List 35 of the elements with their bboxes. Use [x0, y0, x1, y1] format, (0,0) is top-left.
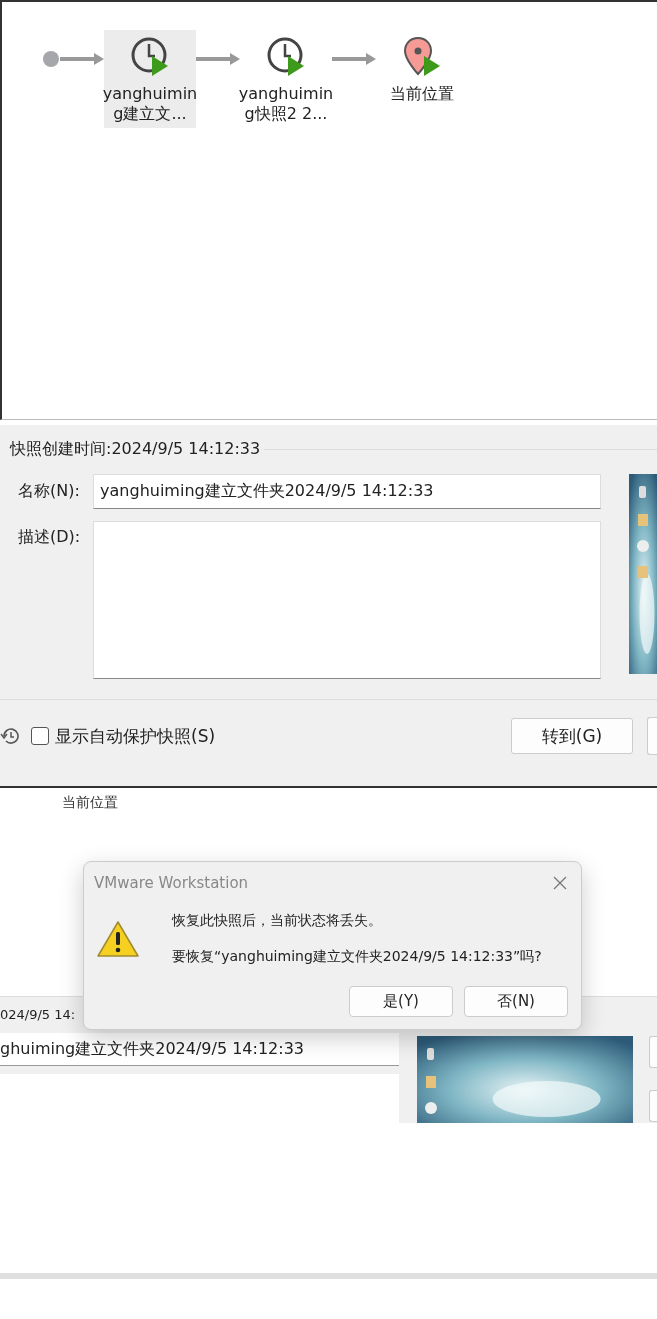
name-field[interactable]: yanghuiming建立文件夹2024/9/5 14:12:33 — [93, 474, 602, 509]
clock-play-icon — [266, 36, 306, 78]
warning-icon — [96, 920, 140, 958]
node-label: 当前位置 — [61, 793, 119, 810]
description-label: 描述(D): — [18, 526, 82, 548]
arrow — [196, 52, 240, 66]
created-time: 024/9/5 14: — [0, 1006, 76, 1024]
node-label: yanghuimin g建立文... — [102, 84, 198, 124]
node-label: yanghuimin g快照2 2... — [238, 84, 334, 124]
dialog-message: 恢复此快照后，当前状态将丢失。 — [172, 912, 383, 930]
created-time: 快照创建时间:2024/9/5 14:12:33 — [10, 439, 261, 460]
dialog-question: 要恢复“yanghuiming建立文件夹2024/9/5 14:12:33”吗? — [172, 948, 542, 966]
button[interactable] — [649, 1090, 657, 1122]
node-label: 当前位置 — [390, 84, 454, 104]
button[interactable] — [649, 1036, 657, 1068]
snapshot-node[interactable]: 当前位置 — [376, 30, 468, 108]
history-icon — [0, 726, 19, 746]
goto-button[interactable]: 转到(G) — [511, 718, 633, 754]
snapshot-node[interactable]: yanghuimin g建立文... — [104, 30, 196, 128]
root-dot-icon — [42, 50, 60, 68]
snapshot-node[interactable]: yanghuimin g快照2 2... — [240, 30, 332, 128]
close-icon[interactable] — [553, 876, 567, 890]
no-button[interactable]: 否(N) — [464, 986, 568, 1017]
arrow — [60, 52, 104, 66]
button[interactable] — [647, 717, 657, 755]
yes-button[interactable]: 是(Y) — [349, 986, 453, 1017]
name-label: 名称(N): — [18, 480, 81, 502]
name-field[interactable]: ghuiming建立文件夹2024/9/5 14:12:33 — [0, 1033, 400, 1066]
description-field[interactable] — [93, 521, 602, 679]
pin-play-icon — [402, 36, 442, 78]
dialog-title: VMware Workstation — [94, 874, 249, 892]
clock-play-icon — [130, 36, 170, 78]
checkbox-label: 显示自动保护快照(S) — [55, 724, 216, 748]
checkbox[interactable] — [31, 727, 49, 745]
arrow — [332, 52, 376, 66]
